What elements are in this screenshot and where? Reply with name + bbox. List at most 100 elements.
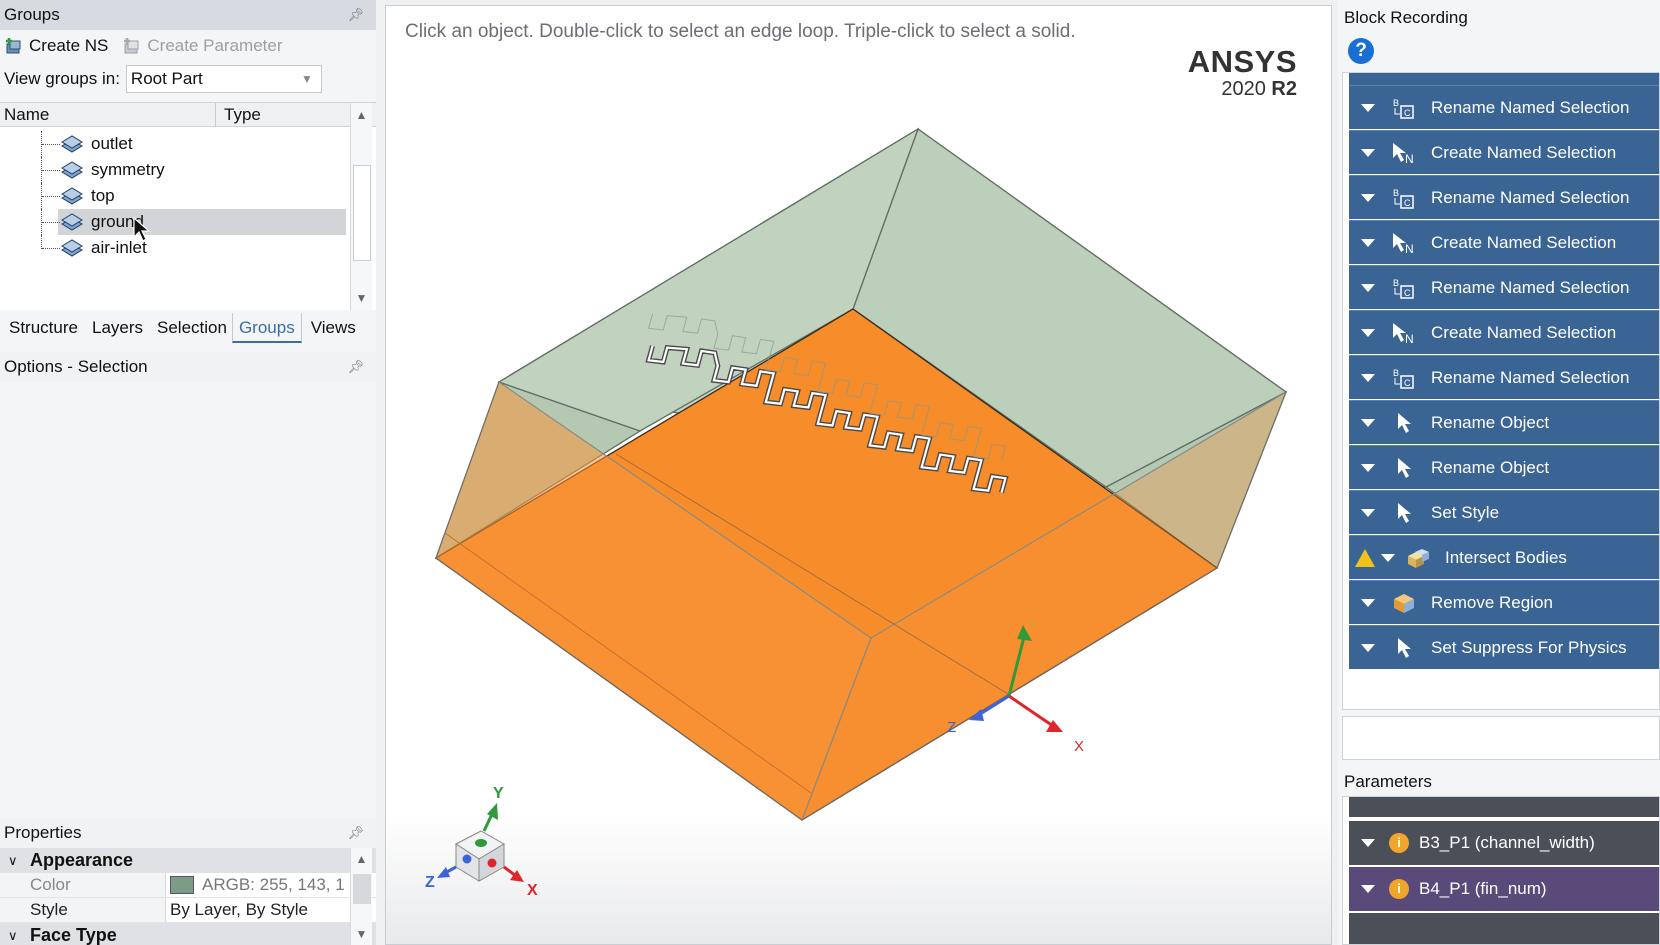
create-ns-icon: N (1391, 140, 1417, 166)
block-rename-named-selection[interactable]: BC Rename Named Selection (1349, 175, 1659, 219)
named-selection-icon (61, 239, 83, 257)
block-recording-list[interactable]: BC Rename Named Selection N Create Named… (1342, 72, 1660, 710)
properties-grid: ∨ Appearance Color ARGB: 255, 143, 1 Sty… (0, 848, 376, 945)
tree-item-label: top (91, 186, 115, 205)
block-rename-object[interactable]: Rename Object (1349, 400, 1659, 444)
tab-structure[interactable]: Structure (0, 313, 83, 343)
block-label: Rename Named Selection (1431, 97, 1630, 117)
pin-icon[interactable]: 📌︎ (347, 0, 364, 30)
scroll-down-icon[interactable]: ▼ (351, 923, 372, 945)
options-panel-title: Options - Selection (4, 357, 148, 376)
expand-arrow-icon[interactable] (1361, 508, 1375, 517)
block-set-suppress-for-physics[interactable]: Set Suppress For Physics (1349, 625, 1659, 669)
chevron-down-icon: ∨ (8, 928, 18, 943)
tree-scrollbar[interactable]: ▲ ▼ (350, 103, 372, 310)
tree-item-symmetry[interactable]: symmetry (0, 157, 346, 183)
scroll-up-icon[interactable]: ▲ (351, 848, 372, 870)
pointer-icon (1391, 500, 1417, 526)
tab-selection[interactable]: Selection (148, 313, 232, 343)
tree-item-outlet[interactable]: outlet (0, 131, 346, 157)
column-header-name[interactable]: Name (0, 103, 216, 126)
tab-groups[interactable]: Groups (231, 313, 302, 343)
scroll-up-icon[interactable]: ▲ (351, 103, 372, 127)
category-label: Appearance (30, 850, 134, 870)
view-groups-select[interactable]: Root Part ▼ (125, 65, 322, 93)
block-rename-named-selection[interactable]: BC Rename Named Selection (1349, 85, 1659, 129)
parameters-list[interactable]: i B3_P1 (channel_width) i B4_P1 (fin_num… (1342, 796, 1660, 945)
block-intersect-bodies[interactable]: Intersect Bodies (1349, 535, 1659, 579)
expand-arrow-icon[interactable] (1361, 238, 1375, 247)
property-category-appearance[interactable]: ∨ Appearance (0, 848, 376, 873)
property-row-style[interactable]: Style By Layer, By Style (0, 898, 376, 923)
block-create-named-selection[interactable]: N Create Named Selection (1349, 310, 1659, 354)
expand-arrow-icon[interactable] (1381, 553, 1395, 562)
property-key: Color (0, 873, 166, 897)
tree-header: Name Type (0, 103, 376, 127)
parameter-item-partial[interactable] (1349, 797, 1659, 817)
expand-arrow-icon[interactable] (1361, 193, 1375, 202)
create-ns-button[interactable]: Create NS (4, 36, 108, 56)
tree-item-label: outlet (91, 134, 133, 153)
properties-scrollbar[interactable]: ▲ ▼ (350, 848, 372, 945)
scroll-thumb[interactable] (353, 874, 371, 904)
parameter-item-partial[interactable] (1349, 913, 1659, 944)
tree-item-ground[interactable]: ground (0, 209, 346, 242)
expand-arrow-icon[interactable] (1361, 839, 1375, 847)
expand-arrow-icon[interactable] (1361, 643, 1375, 652)
block-label: Rename Object (1431, 412, 1550, 432)
scroll-down-icon[interactable]: ▼ (351, 286, 372, 310)
expand-arrow-icon[interactable] (1361, 418, 1375, 427)
tree-item-top[interactable]: top (0, 183, 346, 209)
expand-arrow-icon[interactable] (1361, 328, 1375, 337)
tree-item-label: symmetry (91, 160, 165, 179)
block-rename-object[interactable]: Rename Object (1349, 445, 1659, 489)
property-value: ARGB: 255, 143, 1 (166, 873, 376, 897)
expand-arrow-icon[interactable] (1361, 885, 1375, 893)
pin-icon[interactable]: 📌︎ (347, 818, 364, 848)
groups-panel-header: Groups 📌︎ (0, 0, 376, 30)
property-category-face-type[interactable]: ∨ Face Type (0, 923, 376, 945)
named-selection-icon (61, 161, 83, 179)
tree-connector (41, 183, 61, 209)
expand-arrow-icon[interactable] (1361, 103, 1375, 112)
create-parameter-icon (124, 38, 139, 54)
tab-views[interactable]: Views (302, 313, 361, 343)
parameter-item-fin-num[interactable]: i B4_P1 (fin_num) (1349, 867, 1659, 911)
triad-y-label: Y (493, 785, 504, 802)
block-create-named-selection[interactable]: N Create Named Selection (1349, 220, 1659, 264)
tab-layers[interactable]: Layers (83, 313, 148, 343)
block-label: Set Suppress For Physics (1431, 637, 1627, 657)
model-scene[interactable]: Y X Z Y X Z (386, 6, 1331, 944)
expand-arrow-icon[interactable] (1361, 598, 1375, 607)
3d-viewport[interactable]: Click an object. Double-click to select … (385, 5, 1332, 945)
create-ns-icon: N (1391, 320, 1417, 346)
block-rename-named-selection[interactable]: BC Rename Named Selection (1349, 265, 1659, 309)
info-icon: i (1389, 833, 1409, 853)
chevron-down-icon: ∨ (8, 853, 18, 868)
color-swatch[interactable] (170, 876, 194, 894)
command-input[interactable] (1342, 716, 1660, 760)
named-selection-icon (61, 135, 83, 153)
expand-arrow-icon[interactable] (1361, 148, 1375, 157)
expand-arrow-icon[interactable] (1361, 283, 1375, 292)
left-panel: Groups 📌︎ Create NS Create Parameter Vie… (0, 0, 376, 945)
block-label: Intersect Bodies (1445, 547, 1567, 567)
block-create-named-selection[interactable]: N Create Named Selection (1349, 130, 1659, 174)
create-ns-icon: N (1391, 230, 1417, 256)
view-groups-row: View groups in: Root Part ▼ (0, 62, 376, 96)
help-icon[interactable]: ? (1348, 38, 1374, 64)
view-triad[interactable]: Y X Z (425, 785, 538, 899)
property-row-color[interactable]: Color ARGB: 255, 143, 1 (0, 873, 376, 898)
expand-arrow-icon[interactable] (1361, 373, 1375, 382)
create-ns-icon (6, 38, 21, 54)
block-remove-region[interactable]: Remove Region (1349, 580, 1659, 624)
column-header-type[interactable]: Type (216, 103, 346, 126)
block-set-style[interactable]: Set Style (1349, 490, 1659, 534)
scroll-thumb[interactable] (353, 165, 371, 261)
create-parameter-button[interactable]: Create Parameter (122, 36, 283, 56)
expand-arrow-icon[interactable] (1361, 463, 1375, 472)
parameter-item-channel-width[interactable]: i B3_P1 (channel_width) (1349, 821, 1659, 865)
block-rename-named-selection[interactable]: BC Rename Named Selection (1349, 355, 1659, 399)
tree-item-air-inlet[interactable]: air-inlet (0, 235, 346, 261)
pin-icon[interactable]: 📌︎ (347, 352, 364, 382)
